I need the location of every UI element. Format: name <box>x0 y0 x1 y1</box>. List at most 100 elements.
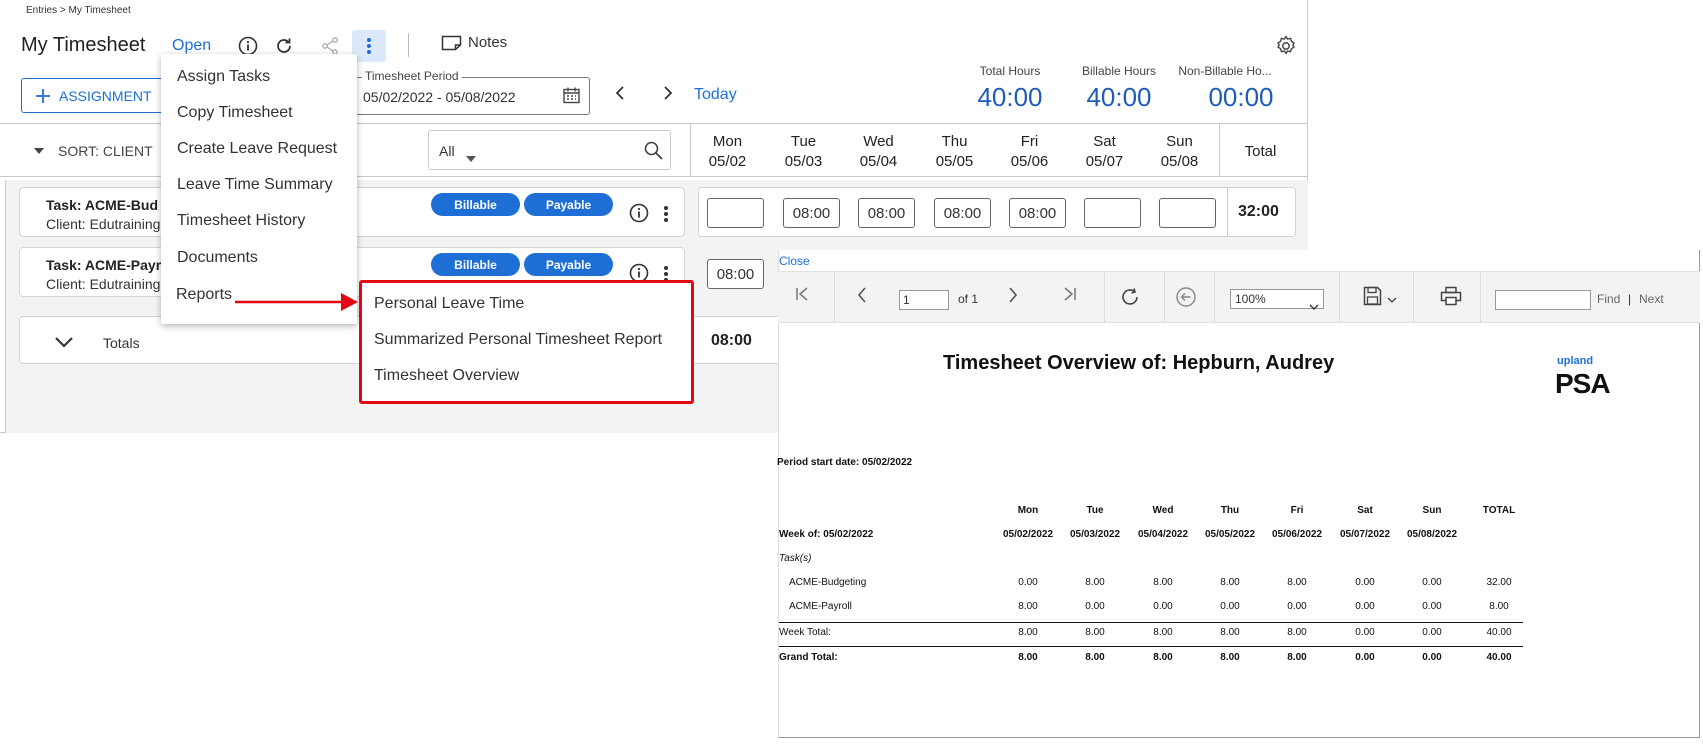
add-assignment-button[interactable]: ASSIGNMENT <box>21 78 165 113</box>
hours-input-tue[interactable]: 08:00 <box>783 198 840 228</box>
page-number-input[interactable]: 1 <box>899 290 949 310</box>
settings-button[interactable] <box>1275 35 1297 62</box>
search-icon[interactable] <box>644 141 663 165</box>
report-cell: 8.00 <box>1220 577 1240 588</box>
toolbar-separator <box>1214 271 1215 323</box>
timesheet-period-label: Timesheet Period <box>362 69 462 83</box>
report-date: 05/05/2022 <box>1204 529 1256 540</box>
caret-down-icon <box>34 148 44 154</box>
totals-label: Totals <box>103 335 140 351</box>
print-button[interactable] <box>1440 286 1462 311</box>
vertical-dots-icon <box>664 206 668 222</box>
report-header-tue: Tue <box>1086 505 1104 516</box>
report-cell: 8.00 <box>1287 577 1307 588</box>
previous-period-button[interactable] <box>614 85 626 106</box>
menu-item-create-leave-request[interactable]: Create Leave Request <box>177 140 337 158</box>
hours-input-thu[interactable]: 08:00 <box>934 198 991 228</box>
toolbar-separator <box>1413 271 1414 323</box>
find-separator: | <box>1628 292 1632 306</box>
task-client: Client: Edutraining <box>46 216 161 232</box>
previous-page-button[interactable] <box>856 286 868 309</box>
day-header-wed: Wed 05/04 <box>859 133 898 170</box>
printer-icon <box>1440 286 1462 306</box>
find-button[interactable]: Find <box>1597 292 1620 306</box>
billable-badge: Billable <box>431 253 520 276</box>
tasks-label: Task(s) <box>779 553 812 564</box>
next-page-button[interactable] <box>1007 286 1019 309</box>
row-options-button[interactable] <box>663 205 669 228</box>
status-link[interactable]: Open <box>172 37 211 55</box>
report-rule <box>779 646 1523 647</box>
week-total-label: Week Total: <box>779 627 831 638</box>
more-options-button[interactable] <box>352 30 386 62</box>
billable-hours-label: Billable Hours <box>1081 64 1157 78</box>
filter-field[interactable] <box>428 130 671 170</box>
row-info-button[interactable] <box>629 203 649 228</box>
page-title: My Timesheet <box>21 34 146 56</box>
report-cell: 0.00 <box>1287 601 1307 612</box>
menu-item-documents[interactable]: Documents <box>177 249 258 267</box>
notes-label: Notes <box>468 34 508 51</box>
day-header-sun: Sun 05/08 <box>1160 133 1199 170</box>
filter-dropdown-icon[interactable] <box>466 149 476 167</box>
toolbar-separator <box>1339 271 1340 323</box>
vertical-dots-icon <box>367 38 371 54</box>
chevron-left-icon <box>615 86 624 100</box>
chevron-left-icon <box>857 287 866 303</box>
menu-item-leave-time-summary[interactable]: Leave Time Summary <box>177 176 333 194</box>
report-cell: 8.00 <box>1018 652 1038 663</box>
menu-item-assign-tasks[interactable]: Assign Tasks <box>177 68 270 86</box>
row-total: 32:00 <box>1238 203 1279 220</box>
chevron-down-icon <box>55 337 73 348</box>
hours-input-sun[interactable] <box>1159 198 1216 228</box>
sort-client-button[interactable]: SORT: CLIENT <box>34 143 153 159</box>
report-header-thu: Thu <box>1220 505 1240 516</box>
report-cell: 0.00 <box>1422 577 1442 588</box>
report-header-sun: Sun <box>1422 505 1442 516</box>
toolbar-separator <box>834 271 835 323</box>
billable-hours-value: 40:00 <box>1086 82 1152 112</box>
logo-psa: PSA <box>1555 368 1611 399</box>
task-name: Task: ACME-Bud <box>46 197 158 213</box>
hours-input-sat[interactable] <box>1084 198 1141 228</box>
calendar-icon[interactable] <box>563 87 580 109</box>
hours-input-wed[interactable]: 08:00 <box>858 198 915 228</box>
notes-button[interactable]: Notes <box>441 34 507 51</box>
submenu-item-personal-leave-time[interactable]: Personal Leave Time <box>374 295 524 313</box>
menu-item-timesheet-history[interactable]: Timesheet History <box>177 212 305 230</box>
menu-item-reports[interactable]: Reports <box>176 286 232 304</box>
report-cell: 0.00 <box>1355 601 1375 612</box>
close-link[interactable]: Close <box>779 254 810 268</box>
toolbar-divider <box>408 33 409 57</box>
report-cell: 0.00 <box>1018 577 1038 588</box>
hours-input-mon[interactable] <box>707 198 764 228</box>
expand-totals-button[interactable] <box>54 335 74 353</box>
report-date: 05/06/2022 <box>1271 529 1323 540</box>
billable-badge: Billable <box>431 193 520 216</box>
hours-input-mon[interactable]: 08:00 <box>707 259 764 289</box>
report-cell: 0.00 <box>1220 601 1240 612</box>
find-input[interactable] <box>1495 290 1591 310</box>
today-link[interactable]: Today <box>694 86 737 104</box>
menu-item-copy-timesheet[interactable]: Copy Timesheet <box>177 104 293 122</box>
refresh-report-button[interactable] <box>1119 286 1141 313</box>
zoom-dropdown-icon[interactable] <box>1309 297 1319 315</box>
report-cell: 0.00 <box>1355 627 1375 638</box>
next-period-button[interactable] <box>662 85 674 106</box>
first-page-button[interactable] <box>795 286 809 307</box>
more-options-menu: Assign Tasks Copy Timesheet Create Leave… <box>161 54 357 324</box>
report-cell: 8.00 <box>1085 652 1105 663</box>
next-button[interactable]: Next <box>1639 292 1664 306</box>
back-button[interactable] <box>1175 286 1197 313</box>
totals-mon: 08:00 <box>711 332 752 349</box>
breadcrumb[interactable]: Entries > My Timesheet <box>26 5 131 16</box>
submenu-item-timesheet-overview[interactable]: Timesheet Overview <box>374 367 519 385</box>
last-page-button[interactable] <box>1063 286 1077 307</box>
submenu-item-summarized-report[interactable]: Summarized Personal Timesheet Report <box>374 331 662 349</box>
report-cell: 0.00 <box>1422 627 1442 638</box>
hours-input-fri[interactable]: 08:00 <box>1009 198 1066 228</box>
export-button[interactable] <box>1363 286 1399 311</box>
payable-badge: Payable <box>524 193 613 216</box>
gear-icon <box>1277 35 1295 55</box>
report-date: 05/07/2022 <box>1339 529 1391 540</box>
